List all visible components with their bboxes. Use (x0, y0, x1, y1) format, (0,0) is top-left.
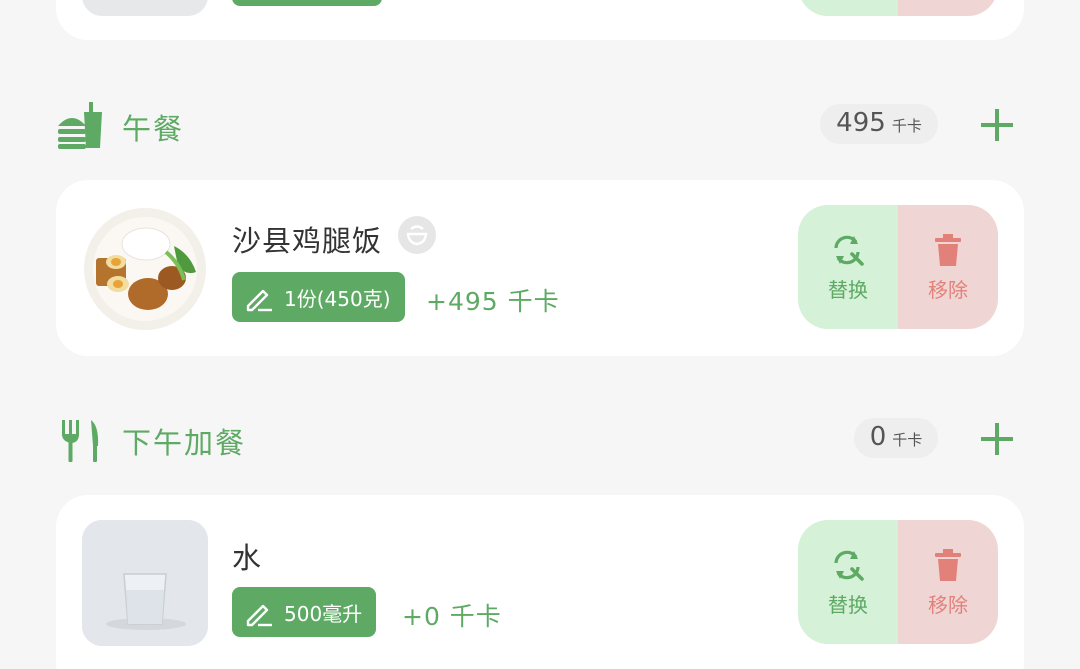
remove-button[interactable]: 移除 (898, 205, 998, 329)
bowl-icon (398, 216, 436, 254)
food-thumbnail-chicken-rice (82, 206, 208, 332)
food-actions: 替换 移除 (798, 205, 998, 329)
add-lunch-plus-icon[interactable] (980, 108, 1014, 142)
previous-remove-button[interactable] (898, 0, 998, 16)
replace-label: 替换 (828, 592, 868, 617)
replace-button[interactable]: 替换 (798, 520, 898, 644)
lunch-kcal-value: 495 (836, 108, 886, 138)
food-actions: 替换 移除 (798, 520, 998, 644)
previous-replace-button[interactable] (798, 0, 898, 16)
remove-button[interactable]: 移除 (898, 520, 998, 644)
lunch-title: 午餐 (122, 112, 185, 146)
portion-label: 1份(450克) (284, 286, 391, 311)
trash-icon (935, 233, 961, 266)
food-thumbnail-water (82, 520, 208, 646)
portion-button[interactable]: 500毫升 (232, 587, 377, 637)
portion-button[interactable]: 1份(450克) (232, 272, 405, 322)
previous-food-thumbnail (82, 0, 208, 16)
food-kcal: +0 千卡 (402, 602, 502, 631)
burger-drink-icon (58, 102, 102, 149)
snack-food-card[interactable]: 水 500毫升 +0 千卡 替换 移除 (56, 495, 1024, 669)
fork-knife-icon (62, 420, 99, 462)
lunch-kcal-badge: 495 千卡 (820, 104, 938, 144)
portion-label: 500毫升 (284, 601, 363, 626)
snack-title: 下午加餐 (122, 426, 247, 460)
lunch-food-card[interactable]: 沙县鸡腿饭 1份(450克) +495 千卡 替换 移除 (56, 180, 1024, 356)
previous-portion-button[interactable] (232, 0, 382, 6)
replace-button[interactable]: 替换 (798, 205, 898, 329)
snack-kcal-unit: 千卡 (892, 431, 923, 449)
remove-label: 移除 (928, 592, 968, 617)
add-snack-plus-icon[interactable] (980, 422, 1014, 456)
snack-kcal-badge: 0 千卡 (854, 418, 938, 458)
replace-label: 替换 (828, 277, 868, 302)
trash-icon (935, 548, 961, 581)
previous-food-card (56, 0, 1024, 40)
food-name: 水 (232, 541, 263, 575)
previous-actions (798, 0, 998, 16)
refresh-search-icon (834, 235, 864, 266)
remove-label: 移除 (928, 277, 968, 302)
food-name: 沙县鸡腿饭 (232, 224, 383, 258)
snack-header: 下午加餐 0 千卡 (56, 412, 1024, 472)
lunch-header: 午餐 495 千卡 (56, 98, 1024, 158)
pencil-icon (246, 289, 272, 312)
pencil-icon (246, 604, 272, 627)
lunch-kcal-unit: 千卡 (891, 117, 922, 135)
snack-kcal-value: 0 (869, 422, 887, 452)
refresh-search-icon (834, 550, 864, 581)
food-kcal: +495 千卡 (426, 287, 560, 316)
